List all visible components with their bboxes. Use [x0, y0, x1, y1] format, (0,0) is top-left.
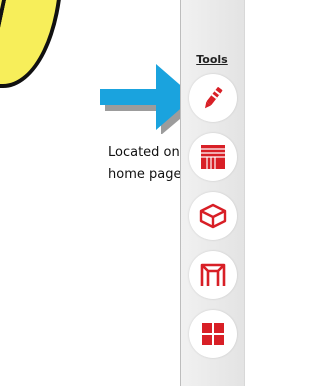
tool-layers-button[interactable]	[189, 133, 237, 181]
tool-pencil-button[interactable]	[189, 74, 237, 122]
screenshot-stage: Located on our home page. Tools	[0, 0, 275, 386]
speech-bubble-tail	[0, 0, 12, 45]
caption-line-2: home page.	[108, 167, 186, 182]
tool-box-button[interactable]	[189, 192, 237, 240]
box-icon	[199, 203, 227, 229]
tools-title: Tools	[196, 53, 228, 66]
speech-bubble	[0, 0, 63, 88]
scrollbar[interactable]	[244, 0, 259, 386]
caption-line-1: Located on our	[108, 145, 206, 160]
frame-icon	[200, 263, 226, 286]
caption-text: Located on our home page.	[108, 142, 206, 186]
pencil-icon	[204, 87, 223, 109]
tool-grid-button[interactable]	[189, 310, 237, 358]
grid-icon	[202, 323, 224, 345]
tool-frame-button[interactable]	[189, 251, 237, 299]
layers-icon	[201, 145, 225, 169]
